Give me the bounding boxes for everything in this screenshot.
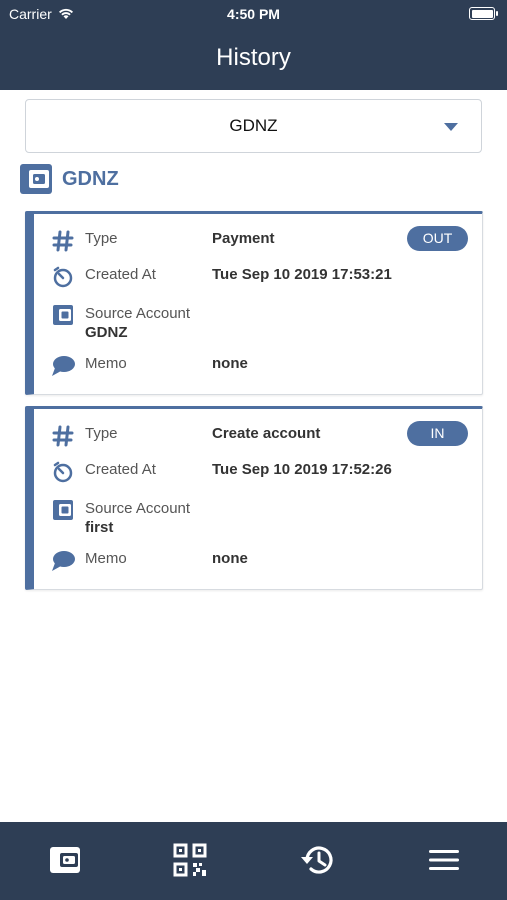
- app-header: Carrier 4:50 PM History: [0, 0, 507, 90]
- timer-icon: [50, 460, 76, 484]
- chat-bubble-icon: [50, 354, 76, 378]
- chat-bubble-icon: [50, 549, 76, 573]
- qr-code-icon: [173, 843, 207, 877]
- history-icon: [301, 846, 333, 874]
- hash-icon: [50, 424, 76, 448]
- memo-value: none: [212, 355, 248, 372]
- type-label: Type: [85, 425, 118, 442]
- direction-badge: OUT: [407, 226, 468, 251]
- transaction-card[interactable]: Type Payment OUT Created At Tue Sep 10 2…: [25, 211, 483, 395]
- account-selector-dropdown[interactable]: GDNZ: [25, 99, 482, 153]
- created-at-label: Created At: [85, 266, 156, 283]
- memo-label: Memo: [85, 355, 127, 372]
- clock: 4:50 PM: [227, 6, 280, 22]
- source-account-value: GDNZ: [85, 324, 128, 341]
- type-value: Create account: [212, 425, 321, 442]
- tab-bar: [0, 822, 507, 900]
- created-at-value: Tue Sep 10 2019 17:52:26: [212, 461, 392, 478]
- created-at-label: Created At: [85, 461, 156, 478]
- battery-icon: [469, 7, 498, 20]
- memo-label: Memo: [85, 550, 127, 567]
- menu-icon: [429, 850, 459, 870]
- created-at-value: Tue Sep 10 2019 17:53:21: [212, 266, 392, 283]
- source-account-label: Source Account: [85, 305, 191, 322]
- wallet-icon: [50, 498, 76, 522]
- selected-account: GDNZ: [229, 116, 278, 135]
- direction-badge: IN: [407, 421, 468, 446]
- tab-history[interactable]: [297, 840, 337, 880]
- account-name: GDNZ: [62, 167, 119, 190]
- memo-value: none: [212, 550, 248, 567]
- wallet-icon: [50, 303, 76, 327]
- source-account-value: first: [85, 519, 114, 536]
- timer-icon: [50, 265, 76, 289]
- tab-menu[interactable]: [424, 840, 464, 880]
- page-title: History: [216, 44, 291, 71]
- wallet-icon: [50, 847, 80, 873]
- wallet-icon: [20, 164, 52, 194]
- chevron-down-icon: [444, 123, 458, 131]
- tab-wallet[interactable]: [45, 840, 85, 880]
- hash-icon: [50, 229, 76, 253]
- type-value: Payment: [212, 230, 275, 247]
- status-bar: Carrier 4:50 PM: [0, 0, 507, 28]
- tab-qr-code[interactable]: [170, 840, 210, 880]
- transaction-card[interactable]: Type Create account IN Created At Tue Se…: [25, 406, 483, 590]
- source-account-label: Source Account: [85, 500, 191, 517]
- account-header: GDNZ: [20, 163, 119, 195]
- type-label: Type: [85, 230, 118, 247]
